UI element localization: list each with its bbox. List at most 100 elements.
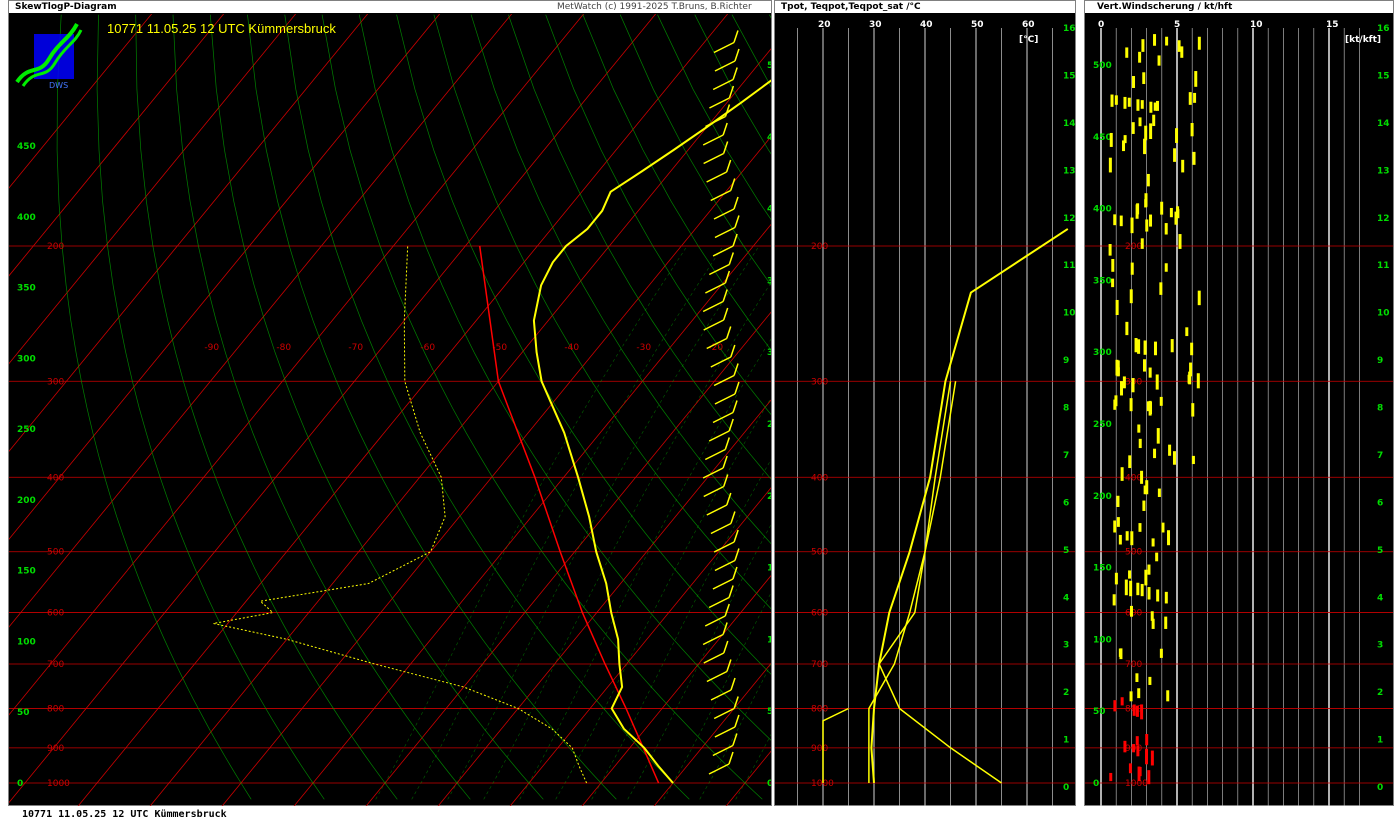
isobar-label: 900: [47, 744, 64, 754]
dry-adiabat-line: [433, 14, 771, 610]
shear-dash: [1141, 39, 1145, 52]
shear-dash: [1132, 744, 1136, 753]
temperature-curve: [532, 79, 771, 784]
shear-hft-label: 350: [1093, 276, 1112, 286]
parcel-curve: [478, 245, 660, 784]
theta-height-label: 0: [1063, 783, 1069, 793]
height-label-right: 150: [767, 564, 771, 574]
shear-dash: [1136, 745, 1140, 757]
shear-dash: [1177, 40, 1181, 52]
theta-isobar-label: 400: [811, 473, 828, 483]
shear-height-label: 12: [1377, 214, 1390, 224]
wind-barb-flag: [722, 307, 729, 321]
wind-barb: [703, 485, 725, 498]
wind-barb-flag: [733, 363, 739, 376]
shear-height-label: 10: [1377, 309, 1390, 319]
shear-dash: [1125, 531, 1129, 541]
shear-dash: [1149, 101, 1153, 113]
shear-dash: [1157, 55, 1161, 66]
wind-barb-flag: [730, 511, 736, 524]
shear-dash: [1156, 428, 1160, 444]
shear-height-label: 14: [1377, 119, 1390, 129]
shear-dash: [1145, 734, 1149, 746]
shear-dash: [1187, 374, 1191, 384]
isotherm-label: -80: [276, 343, 291, 353]
height-label-right: 50: [767, 707, 771, 717]
shear-dash: [1149, 401, 1153, 415]
shear-dash: [1129, 289, 1133, 304]
shear-dash: [1142, 500, 1146, 511]
theta-height-label: 6: [1063, 498, 1069, 508]
shear-dash: [1159, 396, 1163, 406]
height-label-left: 350: [17, 284, 36, 294]
shear-dash: [1168, 444, 1172, 456]
isotherm-label: -30: [636, 343, 651, 353]
shear-dash: [1138, 523, 1142, 532]
shear-dash: [1144, 569, 1148, 586]
shear-dash: [1189, 362, 1193, 377]
isobar-label: 300: [47, 377, 64, 387]
shear-dash: [1190, 123, 1194, 137]
theta-height-label: 10: [1063, 309, 1075, 319]
shear-dash: [1127, 97, 1131, 107]
wind-barb: [713, 707, 735, 720]
height-label-left: 450: [17, 142, 36, 152]
shear-dash: [1165, 36, 1169, 46]
logo-box: [34, 34, 74, 79]
shear-dash: [1138, 117, 1142, 127]
shear-hft-label: 450: [1093, 133, 1112, 143]
logo: DWS: [15, 23, 83, 90]
dry-adiabat-line: [619, 14, 771, 286]
shear-dash: [1140, 470, 1144, 484]
shear-height-label: 0: [1377, 783, 1383, 793]
theta-height-label: 8: [1063, 404, 1069, 414]
isobar-label: 500: [47, 548, 64, 558]
skewt-plot: 1000900800700600500400300200-90 -80 -70 -60…: [9, 14, 771, 806]
shear-plot: 0510151000900800700600500400300200012345…: [1085, 20, 1393, 806]
shear-height-label: 3: [1377, 641, 1383, 651]
theta-header-text: Tpot, Teqpot,Teqpot_sat /°C: [781, 2, 921, 12]
wind-barb-flag: [730, 344, 736, 358]
shear-height-label: 8: [1377, 404, 1383, 414]
wind-barb: [712, 411, 734, 424]
shear-dash: [1147, 564, 1151, 575]
isobar-label: 200: [47, 242, 64, 252]
shear-dash: [1159, 648, 1163, 658]
shear-dash: [1145, 748, 1149, 765]
theta-header: Tpot, Teqpot,Teqpot_sat /°C: [775, 1, 1075, 13]
shear-dash: [1132, 76, 1136, 88]
dry-adiabat-line: [321, 14, 763, 800]
isotherm-label: -60: [420, 343, 435, 353]
theta-unit: [°C]: [1019, 35, 1038, 45]
shear-dash: [1122, 140, 1126, 152]
shear-isobar-label: 400: [1125, 473, 1142, 483]
isobar-label: 600: [47, 609, 64, 619]
isobar-label: 1000: [47, 779, 70, 789]
shear-header-text: Vert.Windscherung / kt/hft: [1097, 2, 1233, 12]
shear-dash: [1197, 36, 1201, 50]
shear-dash: [1108, 157, 1112, 173]
moist-adiabat-line: [447, 245, 760, 800]
theta-height-label: 1: [1063, 736, 1069, 746]
theta-x-tick: 40: [920, 20, 933, 30]
shear-dash: [1175, 128, 1179, 143]
wind-barb: [702, 633, 724, 646]
wind-barb-flag: [722, 622, 728, 635]
shear-dash: [1125, 47, 1129, 58]
shear-x-tick: 0: [1098, 20, 1104, 30]
wind-barb-flag: [732, 400, 738, 413]
shear-dash: [1130, 262, 1134, 275]
shear-dash: [1128, 455, 1132, 469]
wind-barb: [708, 263, 730, 276]
skewt-header: SkewTlogP-Diagram MetWatch (c) 1991-2025…: [9, 1, 771, 13]
height-label-right: 200: [767, 492, 771, 502]
wind-barb: [704, 615, 726, 627]
shear-height-label: 15: [1377, 71, 1390, 81]
wind-barb-flag: [734, 48, 740, 62]
shear-dash: [1116, 495, 1120, 507]
shear-dash: [1129, 691, 1133, 702]
shear-dash: [1115, 359, 1119, 376]
theta-curve: [870, 228, 1069, 784]
shear-isobar-label: 1000: [1125, 779, 1148, 789]
wind-barb-flag: [730, 677, 736, 691]
